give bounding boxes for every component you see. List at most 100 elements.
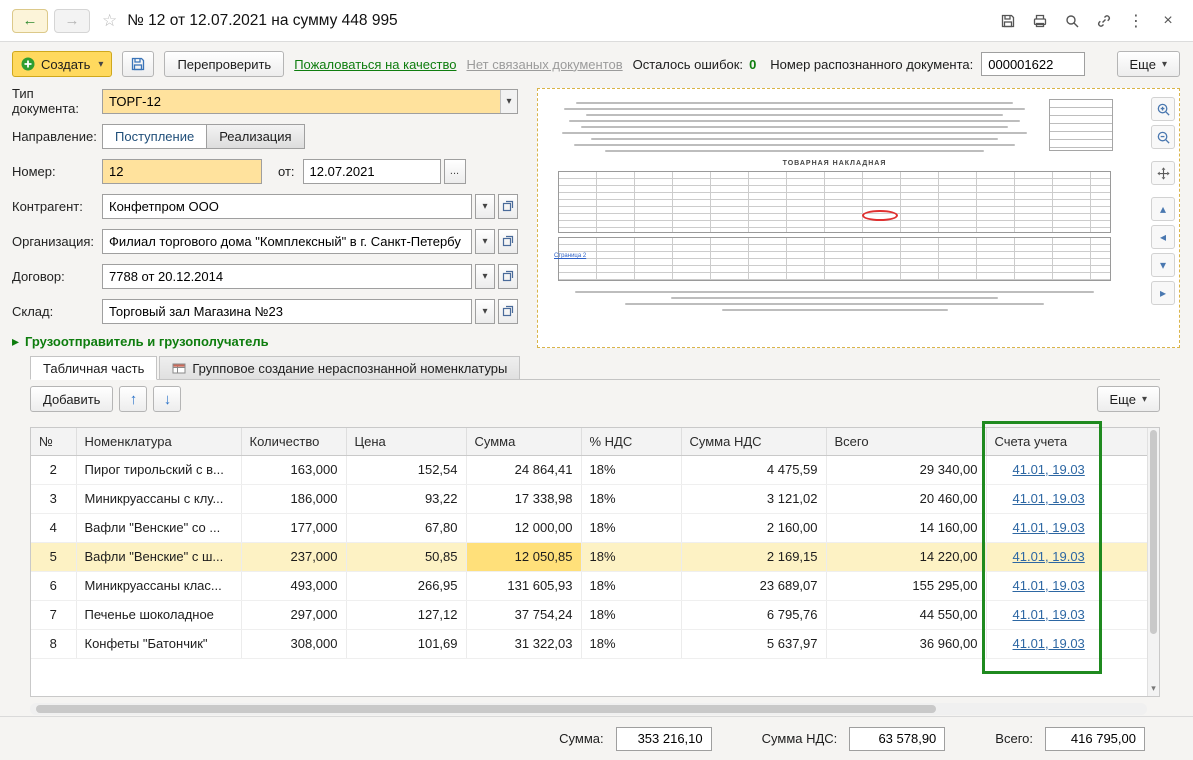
cell-sum[interactable]: 24 864,41 bbox=[466, 455, 581, 484]
contragent-dropdown-icon[interactable]: ▾ bbox=[475, 194, 495, 219]
vertical-scrollbar[interactable]: ▾ bbox=[1147, 428, 1159, 696]
page-up-icon[interactable]: ▴ bbox=[1151, 197, 1175, 221]
doc-type-dropdown-icon[interactable]: ▾ bbox=[500, 90, 517, 113]
column-header-vat-pct[interactable]: % НДС bbox=[581, 428, 681, 455]
cell-total[interactable]: 44 550,00 bbox=[826, 600, 986, 629]
cell-vat_pct[interactable]: 18% bbox=[581, 571, 681, 600]
move-down-icon[interactable]: ↓ bbox=[153, 386, 181, 412]
table-row[interactable]: 8Конфеты "Батончик"308,000101,6931 322,0… bbox=[31, 629, 1148, 658]
cell-vat_pct[interactable]: 18% bbox=[581, 600, 681, 629]
cell-total[interactable]: 20 460,00 bbox=[826, 484, 986, 513]
cell-name[interactable]: Печенье шоколадное bbox=[76, 600, 241, 629]
search-document-icon[interactable] bbox=[1059, 8, 1085, 34]
cell-name[interactable]: Конфеты "Батончик" bbox=[76, 629, 241, 658]
organization-dropdown-icon[interactable]: ▾ bbox=[475, 229, 495, 254]
consignor-expander-link[interactable]: ▸ Грузоотправитель и грузополучатель bbox=[12, 333, 524, 350]
column-header-total[interactable]: Всего bbox=[826, 428, 986, 455]
zoom-in-icon[interactable] bbox=[1151, 97, 1175, 121]
save-document-button[interactable] bbox=[122, 51, 154, 77]
cell-sum[interactable]: 131 605,93 bbox=[466, 571, 581, 600]
vertical-scrollbar-thumb[interactable] bbox=[1150, 430, 1157, 634]
cell-vat_sum[interactable]: 2 160,00 bbox=[681, 513, 826, 542]
cell-price[interactable]: 127,12 bbox=[346, 600, 466, 629]
forward-button[interactable]: → bbox=[54, 9, 90, 33]
cell-name[interactable]: Вафли "Венские" со ... bbox=[76, 513, 241, 542]
cell-vat_pct[interactable]: 18% bbox=[581, 484, 681, 513]
favorite-star-icon[interactable]: ☆ bbox=[102, 11, 117, 31]
scroll-down-icon[interactable]: ▾ bbox=[1148, 683, 1159, 694]
cell-qty[interactable]: 237,000 bbox=[241, 542, 346, 571]
cell-total[interactable]: 155 295,00 bbox=[826, 571, 986, 600]
move-up-icon[interactable]: ↑ bbox=[119, 386, 147, 412]
accounts-link[interactable]: 41.01, 19.03 bbox=[1013, 636, 1085, 651]
date-picker-button[interactable]: ... bbox=[444, 159, 466, 184]
table-more-button[interactable]: Еще ▾ bbox=[1097, 386, 1160, 412]
cell-qty[interactable]: 308,000 bbox=[241, 629, 346, 658]
cell-sum[interactable]: 17 338,98 bbox=[466, 484, 581, 513]
accounts-link[interactable]: 41.01, 19.03 bbox=[1013, 549, 1085, 564]
cell-vat_sum[interactable]: 2 169,15 bbox=[681, 542, 826, 571]
accounts-link[interactable]: 41.01, 19.03 bbox=[1013, 520, 1085, 535]
table-row[interactable]: 7Печенье шоколадное297,000127,1237 754,2… bbox=[31, 600, 1148, 629]
back-button[interactable]: ← bbox=[12, 9, 48, 33]
contract-input[interactable] bbox=[102, 264, 472, 289]
column-header-quantity[interactable]: Количество bbox=[241, 428, 346, 455]
table-row[interactable]: 2Пирог тирольский с в...163,000152,5424 … bbox=[31, 455, 1148, 484]
number-input[interactable] bbox=[102, 159, 262, 184]
cell-name[interactable]: Миникруассаны клас... bbox=[76, 571, 241, 600]
accounts-link[interactable]: 41.01, 19.03 bbox=[1013, 462, 1085, 477]
close-icon[interactable]: × bbox=[1155, 8, 1181, 34]
cell-sum[interactable]: 31 322,03 bbox=[466, 629, 581, 658]
cell-num[interactable]: 4 bbox=[31, 513, 76, 542]
accounts-link[interactable]: 41.01, 19.03 bbox=[1013, 607, 1085, 622]
horizontal-scrollbar[interactable] bbox=[30, 703, 1147, 715]
accounts-link[interactable]: 41.01, 19.03 bbox=[1013, 578, 1085, 593]
cell-vat_pct[interactable]: 18% bbox=[581, 629, 681, 658]
cell-sum[interactable]: 12 000,00 bbox=[466, 513, 581, 542]
table-row[interactable]: 6Миникруассаны клас...493,000266,95131 6… bbox=[31, 571, 1148, 600]
column-header-num[interactable]: № bbox=[31, 428, 76, 455]
cell-qty[interactable]: 493,000 bbox=[241, 571, 346, 600]
cell-vat_pct[interactable]: 18% bbox=[581, 513, 681, 542]
recheck-button[interactable]: Перепроверить bbox=[164, 51, 284, 77]
cell-price[interactable]: 152,54 bbox=[346, 455, 466, 484]
contragent-input[interactable] bbox=[102, 194, 472, 219]
date-input[interactable] bbox=[303, 159, 441, 184]
cell-num[interactable]: 5 bbox=[31, 542, 76, 571]
link-icon[interactable] bbox=[1091, 8, 1117, 34]
contract-dropdown-icon[interactable]: ▾ bbox=[475, 264, 495, 289]
print-icon[interactable] bbox=[1027, 8, 1053, 34]
contragent-open-icon[interactable] bbox=[498, 194, 518, 219]
table-row[interactable]: 4Вафли "Венские" со ...177,00067,8012 00… bbox=[31, 513, 1148, 542]
warehouse-open-icon[interactable] bbox=[498, 299, 518, 324]
tab-tabular-section[interactable]: Табличная часть bbox=[30, 356, 157, 380]
complain-quality-link[interactable]: Пожаловаться на качество bbox=[294, 57, 456, 72]
direction-option-realizacia[interactable]: Реализация bbox=[206, 124, 304, 149]
cell-name[interactable]: Пирог тирольский с в... bbox=[76, 455, 241, 484]
horizontal-scrollbar-thumb[interactable] bbox=[36, 705, 936, 713]
cell-num[interactable]: 8 bbox=[31, 629, 76, 658]
cell-sum[interactable]: 12 050,85 bbox=[466, 542, 581, 571]
cell-price[interactable]: 67,80 bbox=[346, 513, 466, 542]
page-left-icon[interactable]: ◂ bbox=[1151, 225, 1175, 249]
cell-price[interactable]: 101,69 bbox=[346, 629, 466, 658]
cell-vat_pct[interactable]: 18% bbox=[581, 455, 681, 484]
cell-name[interactable]: Вафли "Венские" с ш... bbox=[76, 542, 241, 571]
cell-name[interactable]: Миникруассаны с клу... bbox=[76, 484, 241, 513]
warehouse-dropdown-icon[interactable]: ▾ bbox=[475, 299, 495, 324]
cell-vat_sum[interactable]: 4 475,59 bbox=[681, 455, 826, 484]
cell-total[interactable]: 29 340,00 bbox=[826, 455, 986, 484]
contract-open-icon[interactable] bbox=[498, 264, 518, 289]
cell-num[interactable]: 2 bbox=[31, 455, 76, 484]
cell-num[interactable]: 7 bbox=[31, 600, 76, 629]
toolbar-more-button[interactable]: Еще ▾ bbox=[1117, 51, 1180, 77]
accounts-link[interactable]: 41.01, 19.03 bbox=[1013, 491, 1085, 506]
zoom-out-icon[interactable] bbox=[1151, 125, 1175, 149]
cell-vat_sum[interactable]: 6 795,76 bbox=[681, 600, 826, 629]
page-down-icon[interactable]: ▾ bbox=[1151, 253, 1175, 277]
add-row-button[interactable]: Добавить bbox=[30, 386, 113, 412]
cell-num[interactable]: 6 bbox=[31, 571, 76, 600]
column-header-vat-sum[interactable]: Сумма НДС bbox=[681, 428, 826, 455]
cell-total[interactable]: 14 160,00 bbox=[826, 513, 986, 542]
cell-qty[interactable]: 177,000 bbox=[241, 513, 346, 542]
